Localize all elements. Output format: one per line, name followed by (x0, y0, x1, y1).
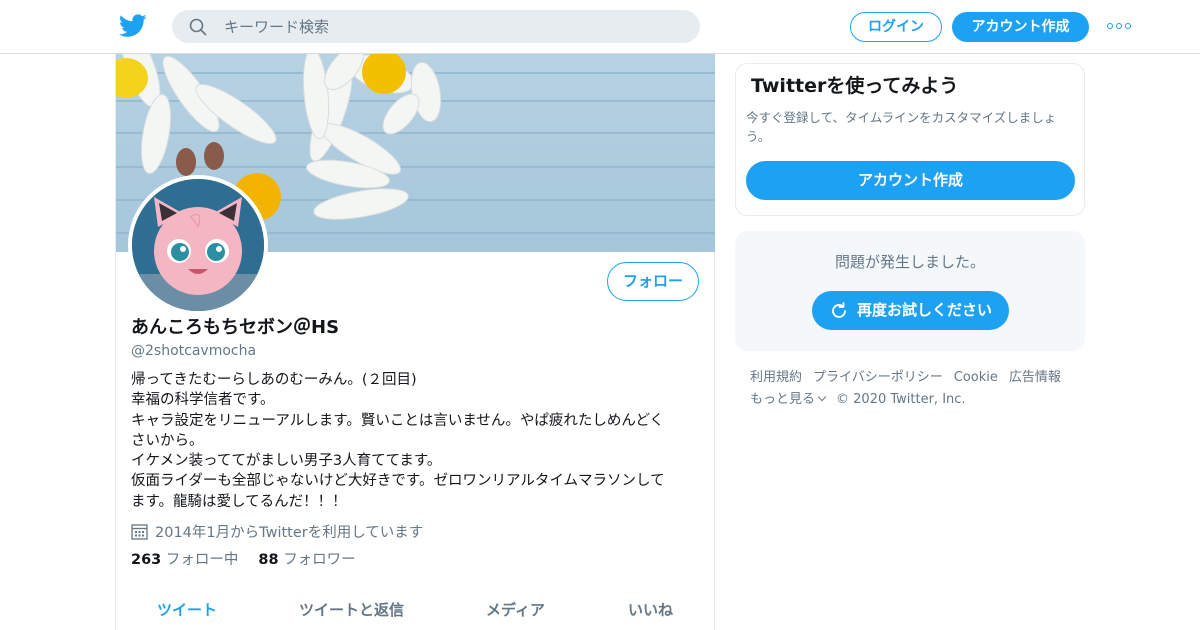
tab-likes[interactable]: いいね (628, 590, 673, 630)
bio-line: キャラ設定をリニューアルします。賢いことは言いません。やぱ疲れたしめんどく (131, 412, 665, 429)
tab-tweets[interactable]: ツイート (157, 590, 217, 630)
follow-button[interactable]: フォロー (607, 262, 699, 301)
following-label: フォロー中 (165, 552, 239, 568)
error-message: 問題が発生しました。 (834, 253, 985, 271)
profile-avatar[interactable] (128, 175, 268, 315)
followers-stat[interactable]: 88 フォロワー (258, 550, 355, 570)
follow-stats: 263 フォロー中 88 フォロワー (131, 550, 376, 570)
followers-count: 88 (258, 552, 279, 568)
bio-line: ます。龍騎は愛してるんだ！！！ (131, 493, 347, 510)
tab-tweets-and-replies[interactable]: ツイートと返信 (299, 590, 404, 630)
retry-label: 再度お試しください (856, 301, 992, 319)
signup-card-button[interactable]: アカウント作成 (746, 161, 1075, 200)
footer-link-cookie[interactable]: Cookie (954, 367, 998, 389)
following-count: 263 (131, 552, 162, 568)
bio-line: 仮面ライダーも全部じゃないけど大好きです。ゼロワンリアルタイムマラソンして (131, 473, 665, 490)
profile-bio: 帰ってきたむーらしあのむーみん。(２回目) 幸福の科学信者です。 キャラ設定をリ… (131, 370, 691, 512)
signup-card: Twitterを使ってみよう 今すぐ登録して、タイムラインをカスタマイズしましょ… (735, 63, 1085, 216)
twitter-bird-icon[interactable] (119, 13, 147, 39)
calendar-icon (131, 523, 148, 540)
following-stat[interactable]: 263 フォロー中 (131, 550, 238, 570)
profile-tabs: ツイート ツイートと返信 メディア いいね (116, 590, 715, 630)
signup-card-text: 今すぐ登録して、タイムラインをカスタマイズしましょう。 (746, 110, 1057, 144)
bio-line: イケメン装っててがましい男子3人育ててます。 (131, 453, 442, 470)
profile-handle[interactable]: @2shotcavmocha (131, 342, 256, 360)
footer-more-button[interactable]: もっと見る (750, 389, 827, 411)
profile-display-name: あんころもちセボン＠HS (131, 317, 340, 338)
search-input[interactable]: キーワード検索 (224, 17, 329, 37)
search-icon (189, 18, 207, 36)
search-bar[interactable]: キーワード検索 (172, 10, 700, 43)
avatar-character-image (132, 179, 264, 311)
followers-label: フォロワー (283, 552, 356, 568)
signup-button[interactable]: アカウント作成 (952, 12, 1089, 42)
top-navigation-bar: キーワード検索 ログイン アカウント作成 (0, 0, 1200, 54)
footer-link-ads-info[interactable]: 広告情報 (1009, 367, 1061, 389)
login-button[interactable]: ログイン (850, 12, 942, 42)
tab-media[interactable]: メディア (486, 590, 545, 630)
footer-copyright: © 2020 Twitter, Inc. (836, 392, 966, 407)
bio-line: さいから。 (131, 432, 204, 449)
bio-line: 幸福の科学信者です。 (131, 392, 275, 409)
joined-date: 2014年1月からTwitterを利用しています (131, 521, 423, 541)
refresh-icon (832, 301, 846, 318)
profile-column: フォロー あんころもちセボン＠HS @2shotcavmocha 帰ってきたむー… (115, 54, 715, 630)
footer-more-label: もっと見る (750, 392, 816, 407)
more-dots-icon[interactable] (1107, 23, 1131, 31)
footer-link-terms[interactable]: 利用規約 (750, 367, 802, 389)
signup-card-title: Twitterを使ってみよう (751, 75, 959, 97)
chevron-down-icon (817, 392, 827, 402)
sidebar-footer: 利用規約 プライバシーポリシー Cookie 広告情報 もっと見る © 2020… (750, 367, 1080, 411)
joined-date-text: 2014年1月からTwitterを利用しています (155, 524, 424, 541)
error-panel: 問題が発生しました。 再度お試しください (735, 231, 1085, 351)
bio-line: 帰ってきたむーらしあのむーみん。(２回目) (131, 372, 417, 388)
retry-button[interactable]: 再度お試しください (812, 291, 1009, 330)
footer-link-privacy[interactable]: プライバシーポリシー (813, 367, 943, 389)
